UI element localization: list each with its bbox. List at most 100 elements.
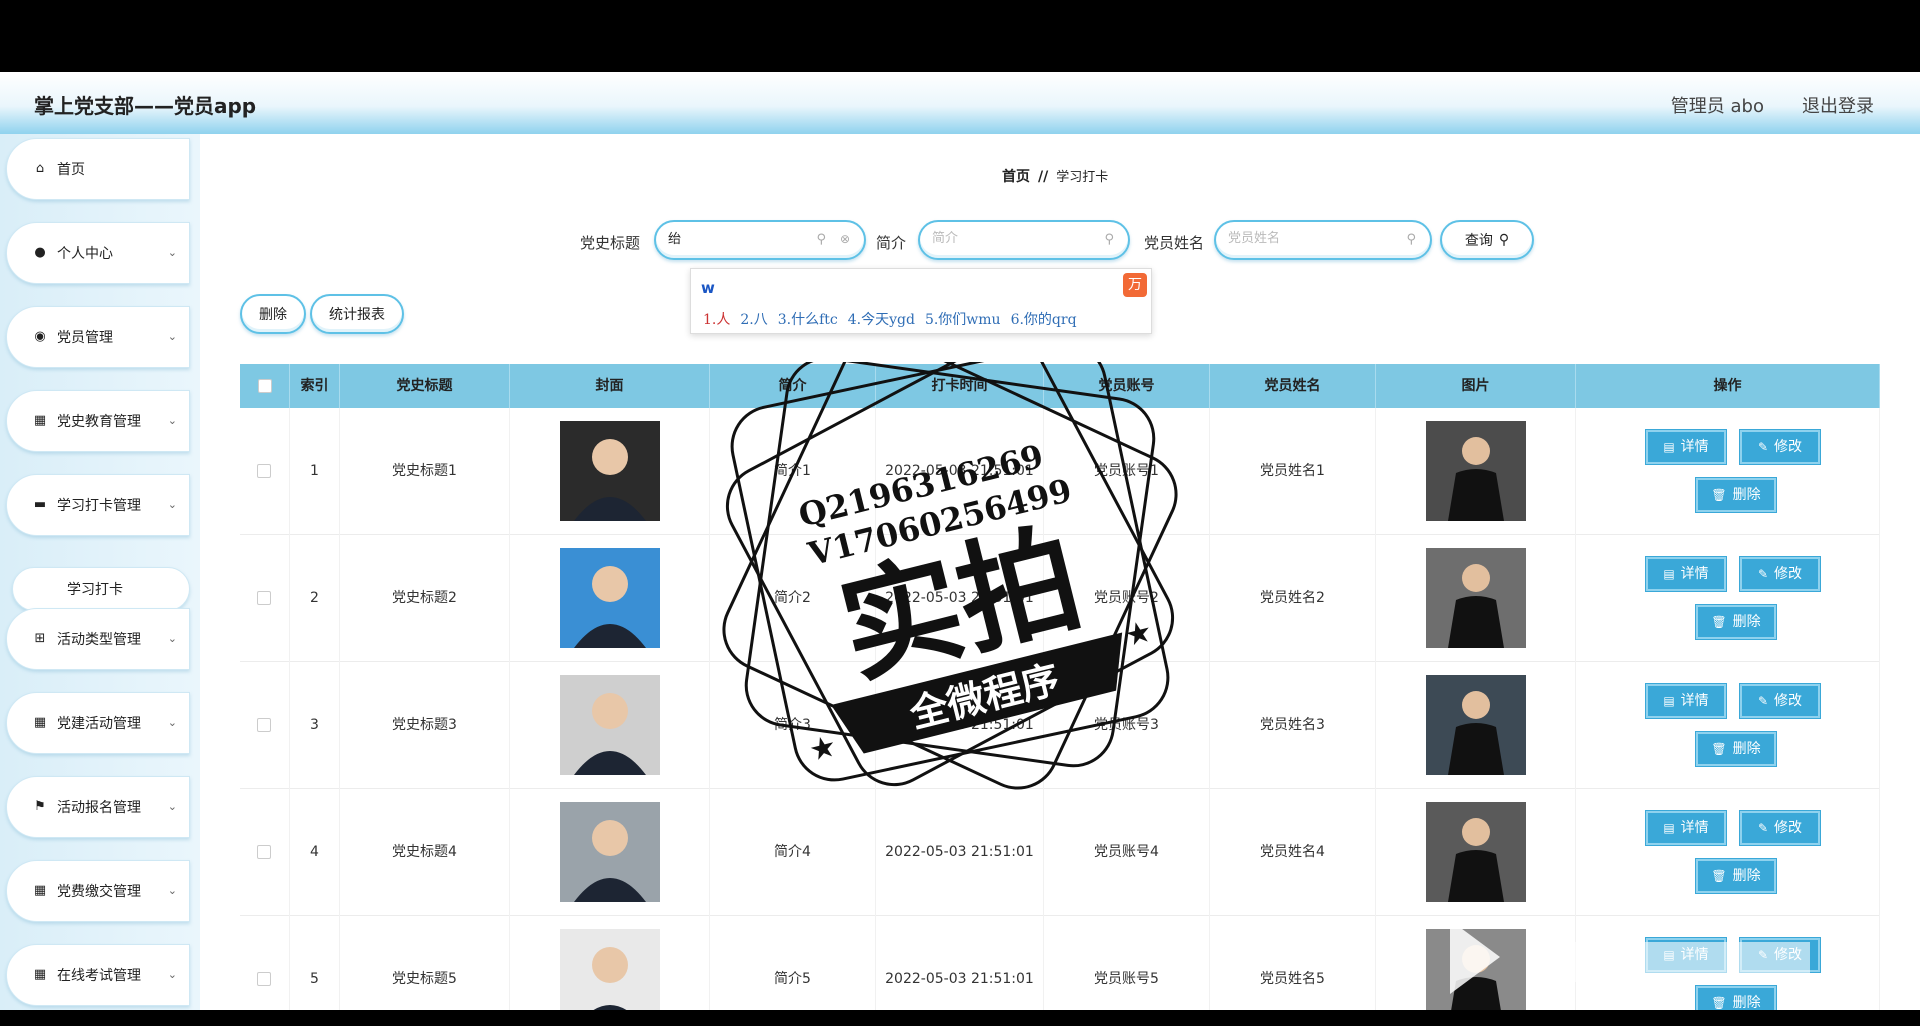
delete-button[interactable]: 🗑 删除 — [1695, 477, 1777, 513]
detail-icon: ▤ — [1663, 820, 1675, 835]
ime-candidate[interactable]: 4.今天ygd — [848, 312, 915, 328]
intro-search-field[interactable]: ⚲ — [918, 220, 1130, 260]
table-row: 2 党史标题2 简介2 2022-05-03 21:51:01 党员账号2 党员姓名2 ▤ 详… — [240, 535, 1880, 662]
detail-icon: ▤ — [1663, 566, 1675, 581]
sidebar-item-8[interactable]: ⚑ 活动报名管理 ⌄ — [6, 776, 190, 838]
search-icon: ⚲ — [1406, 232, 1416, 247]
breadcrumb-home[interactable]: 首页 — [1002, 169, 1030, 185]
cell-time: 2022-05-03 21:51:01 — [876, 662, 1044, 789]
member-photo — [1426, 802, 1526, 902]
cell-operations: ▤详情✎修改🗑删除 — [1576, 662, 1880, 789]
chevron-down-icon: ⌄ — [167, 632, 177, 645]
header-cell: 简介 — [710, 364, 876, 408]
sidebar-item-label: 党史教育管理 — [57, 414, 141, 430]
cell-time: 2022-05-03 21:51:01 — [876, 408, 1044, 535]
ime-logo-icon: 万 — [1123, 273, 1147, 297]
ime-candidate[interactable]: 5.你们wmu — [925, 312, 1001, 328]
sidebar-item-4[interactable]: ▬ 学习打卡管理 ⌄ — [6, 474, 190, 536]
chevron-down-icon: ⌄ — [167, 246, 177, 259]
sidebar-item-label: 首页 — [57, 162, 85, 178]
search-icon: ⚲ — [1104, 232, 1114, 247]
logout-link[interactable]: 退出登录 — [1802, 92, 1874, 118]
sidebar-item-2[interactable]: ◉ 党员管理 ⌄ — [6, 306, 190, 368]
sidebar-item-6[interactable]: ⊞ 活动类型管理 ⌄ — [6, 608, 190, 670]
cell-select — [240, 408, 290, 535]
table-header: 索引 党史标题 封面 简介 打卡时间 党员账号 党员姓名 图片 操作 — [240, 364, 1880, 408]
sidebar-item-10[interactable]: ▦ 在线考试管理 ⌄ — [6, 944, 190, 1006]
ime-candidate[interactable]: 6.你的qrq — [1011, 312, 1077, 328]
member-photo — [1426, 675, 1526, 775]
name-search-input[interactable] — [1228, 230, 1378, 245]
title-search-field[interactable]: ⚲ ⊗ — [654, 220, 866, 260]
title-search-input[interactable] — [668, 230, 818, 245]
row-checkbox[interactable] — [257, 591, 271, 605]
cell-title: 党史标题2 — [340, 535, 510, 662]
breadcrumb-current: 学习打卡 — [1056, 170, 1109, 185]
cell-intro: 简介4 — [710, 789, 876, 916]
cell-index: 5 — [290, 916, 340, 1010]
sidebar-item-9[interactable]: ▦ 党费缴交管理 ⌄ — [6, 860, 190, 922]
table-row: 3 党史标题3 简介3 2022-05-03 21:51:01 党员账号3 党员姓名3 ▤ 详… — [240, 662, 1880, 789]
select-all-checkbox[interactable] — [258, 379, 272, 393]
report-button[interactable]: 统计报表 — [310, 294, 404, 334]
cell-title: 党史标题3 — [340, 662, 510, 789]
cell-cover — [510, 662, 710, 789]
breadcrumb: 首页 // 学习打卡 — [1002, 166, 1108, 186]
batch-delete-button[interactable]: 删除 — [240, 294, 306, 334]
cell-picture — [1376, 662, 1576, 789]
intro-search-input[interactable] — [932, 230, 1082, 245]
cell-account: 党员账号2 — [1044, 535, 1210, 662]
main-content: 首页 // 学习打卡 党史标题 ⚲ ⊗ 简介 ⚲ 党员姓名 ⚲ 查询 ⚲ 删除 统计报… — [200, 134, 1920, 1010]
detail-icon: ▤ — [1663, 439, 1675, 454]
home-icon: ⌂ — [35, 161, 45, 176]
detail-icon: ▤ — [1663, 693, 1675, 708]
clear-icon[interactable]: ⊗ — [840, 232, 850, 246]
row-checkbox[interactable] — [257, 845, 271, 859]
chevron-down-icon: ⌄ — [167, 884, 177, 897]
member-photo — [1426, 548, 1526, 648]
row-checkbox[interactable] — [257, 464, 271, 478]
cover-photo — [560, 802, 660, 902]
video-logo-watermark — [1450, 920, 1810, 994]
sidebar-item-label: 活动类型管理 — [57, 632, 141, 648]
cell-intro: 简介1 — [710, 408, 876, 535]
ime-candidate[interactable]: 2.八 — [740, 312, 767, 328]
header-cell — [240, 364, 290, 408]
sidebar-item-0[interactable]: ⌂ 首页 — [6, 138, 190, 200]
sidebar-item-5[interactable]: 学习打卡 — [12, 567, 190, 611]
cell-operations: ▤详情✎修改🗑删除 — [1576, 408, 1880, 535]
cell-index: 2 — [290, 535, 340, 662]
query-button[interactable]: 查询 ⚲ — [1440, 220, 1534, 260]
cell-index: 1 — [290, 408, 340, 535]
search-icon: ⚲ — [1498, 232, 1510, 248]
delete-button[interactable]: 🗑 删除 — [1695, 858, 1777, 894]
row-checkbox[interactable] — [257, 718, 271, 732]
cell-intro: 简介5 — [710, 916, 876, 1010]
cell-title: 党史标题5 — [340, 916, 510, 1010]
button-label: 修改 — [1774, 692, 1803, 709]
breadcrumb-separator: // — [1038, 169, 1049, 185]
sidebar: ⌂ 首页 ● 个人中心 ⌄ ◉ 党员管理 ⌄ ▦ 党史教育管理 ⌄ ▬ 学习打卡管理 ⌄ 学习打卡 ⊞ 活动类型… — [0, 134, 200, 1010]
grid-icon: ▦ — [33, 715, 47, 730]
cell-intro: 简介3 — [710, 662, 876, 789]
sidebar-item-1[interactable]: ● 个人中心 ⌄ — [6, 222, 190, 284]
table-row: 1 党史标题1 简介1 2022-05-03 21:51:01 党员账号1 党员姓名1 ▤ 详… — [240, 408, 1880, 535]
delete-button[interactable]: 🗑 删除 — [1695, 604, 1777, 640]
name-search-field[interactable]: ⚲ — [1214, 220, 1432, 260]
header-cell: 封面 — [510, 364, 710, 408]
member-photo — [1426, 421, 1526, 521]
ime-candidate[interactable]: 1.人 — [703, 312, 730, 328]
header-cell: 图片 — [1376, 364, 1576, 408]
header-cell: 党员姓名 — [1210, 364, 1376, 408]
cell-account: 党员账号1 — [1044, 408, 1210, 535]
sidebar-item-3[interactable]: ▦ 党史教育管理 ⌄ — [6, 390, 190, 452]
sidebar-item-7[interactable]: ▦ 党建活动管理 ⌄ — [6, 692, 190, 754]
button-label: 修改 — [1774, 819, 1803, 836]
ime-candidate[interactable]: 3.什么ftc — [778, 312, 838, 328]
cell-title: 党史标题1 — [340, 408, 510, 535]
sidebar-item-label: 党建活动管理 — [57, 716, 141, 732]
row-checkbox[interactable] — [257, 972, 271, 986]
sidebar-item-label: 党费缴交管理 — [57, 884, 141, 900]
delete-button[interactable]: 🗑 删除 — [1695, 731, 1777, 767]
search-icon: ⚲ — [816, 232, 826, 247]
